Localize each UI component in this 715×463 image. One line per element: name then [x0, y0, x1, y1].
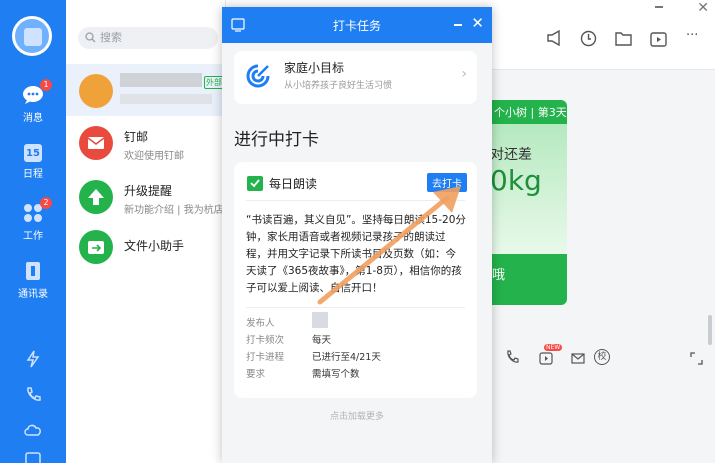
task-card: 每日朗读 去打卡 “书读百遍，其义自见”。坚持每日朗读15-20分钟，家长用语音… — [234, 162, 477, 398]
list-item[interactable]: 钉邮 欢迎使用钉邮 — [66, 116, 226, 168]
task-description: “书读百遍，其义自见”。坚持每日朗读15-20分钟，家长用语音或者视频记录孩子的… — [246, 214, 466, 294]
lightning-icon[interactable] — [0, 350, 66, 368]
search-placeholder: 搜索 — [100, 31, 122, 44]
sidebar-item-calendar[interactable]: 15 日程 — [0, 144, 66, 180]
section-title: 进行中打卡 — [234, 130, 319, 150]
modal-header: 打卡任务 ✕ — [222, 7, 492, 43]
unread-badge: 1 — [40, 79, 52, 91]
more-options-icon[interactable]: ··· — [686, 28, 698, 43]
checkin-card-preview[interactable]: 个小树 | 第3天 对还差 0kg 哦 — [490, 100, 567, 305]
file-helper-icon — [79, 230, 113, 264]
card-text: 对还差 — [490, 147, 532, 163]
work-badge: 2 — [40, 197, 52, 209]
meta-value: 需填写个数 — [312, 369, 360, 380]
live-icon[interactable] — [539, 352, 553, 365]
meta-value: 已进行至4/21天 — [312, 352, 381, 363]
call-icon[interactable] — [505, 350, 519, 364]
school-icon[interactable]: 校 — [594, 349, 610, 365]
chat-name: 文件小助手 — [124, 239, 185, 253]
chevron-right-icon: › — [461, 66, 467, 82]
upgrade-icon — [79, 180, 113, 214]
cloud-icon[interactable] — [0, 422, 66, 438]
list-item[interactable]: 升级提醒 新功能介绍 | 我为杭店 — [66, 170, 226, 222]
blurred-name — [120, 73, 202, 87]
chat-name: 升级提醒 — [124, 184, 173, 198]
blurred-preview — [120, 94, 212, 104]
megaphone-icon[interactable] — [546, 30, 564, 46]
sidebar-item-label: 工作 — [23, 231, 43, 242]
chat-bubble-icon: 1 — [22, 79, 52, 106]
checkin-button[interactable]: 去打卡 — [427, 173, 467, 192]
folder-icon[interactable] — [615, 31, 632, 46]
list-item[interactable]: 外部 — [66, 64, 226, 116]
contacts-icon — [22, 260, 44, 282]
divider — [246, 200, 465, 201]
sidebar-item-work[interactable]: 2 工作 — [0, 197, 66, 242]
card-header: 个小树 | 第3天 — [490, 100, 567, 124]
nav-rail: 1 消息 15 日程 2 工作 通讯录 — [0, 0, 66, 463]
meta-label: 要求 — [246, 369, 266, 380]
chat-preview: 欢迎使用钉邮 — [124, 151, 184, 162]
load-more-link[interactable]: 点击加载更多 — [222, 409, 492, 422]
publisher-avatar — [312, 312, 328, 328]
sidebar-item-contacts[interactable]: 通讯录 — [0, 260, 66, 300]
meta-value: 每天 — [312, 335, 332, 346]
sidebar-item-label: 日程 — [23, 169, 43, 180]
sidebar-item-messages[interactable]: 1 消息 — [0, 79, 66, 124]
user-avatar[interactable] — [12, 16, 52, 56]
expand-icon[interactable] — [690, 352, 703, 365]
clock-icon[interactable] — [580, 30, 597, 47]
target-icon — [246, 64, 270, 88]
meta-label: 打卡进程 — [246, 352, 285, 363]
scrollbar[interactable] — [708, 315, 712, 345]
new-badge: NEW — [544, 344, 563, 351]
sidebar-item-label: 通讯录 — [18, 289, 48, 300]
chat-topbar: ✕ ··· — [490, 0, 715, 70]
family-goal-card[interactable]: 家庭小目标 从小培养孩子良好生活习惯 › — [234, 51, 477, 104]
minimize-icon[interactable] — [655, 6, 663, 8]
close-icon[interactable]: ✕ — [697, 0, 709, 16]
goal-subtitle: 从小培养孩子良好生活习惯 — [284, 81, 393, 91]
modal-title: 打卡任务 — [332, 19, 381, 33]
calendar-icon: 15 — [24, 144, 42, 162]
search-input[interactable]: 搜索 — [78, 27, 218, 49]
goal-title: 家庭小目标 — [284, 61, 345, 75]
chat-name: 钉邮 — [124, 130, 149, 144]
meta-label: 打卡频次 — [246, 335, 285, 346]
card-number: 0kg — [490, 164, 542, 197]
external-tag: 外部 — [204, 76, 224, 89]
card-body: 对还差 0kg — [490, 124, 567, 254]
chat-preview: 新功能介绍 | 我为杭店 — [124, 205, 224, 216]
close-icon[interactable]: ✕ — [471, 14, 484, 32]
email-icon[interactable] — [571, 353, 585, 364]
minimize-icon[interactable] — [454, 24, 462, 26]
phone-icon[interactable] — [0, 386, 66, 404]
chat-list: 搜索 外部 钉邮 欢迎使用钉邮 升级提醒 新功能介绍 | 我为杭店 文件小助手 — [66, 0, 226, 463]
checkin-icon — [247, 176, 263, 191]
meta-label: 发布人 — [246, 318, 275, 329]
video-icon[interactable] — [650, 31, 667, 47]
divider — [246, 307, 465, 308]
task-title: 每日朗读 — [269, 177, 318, 191]
list-item[interactable]: 文件小助手 — [66, 220, 226, 272]
sidebar-item-label: 消息 — [23, 113, 43, 124]
apps-grid-icon: 2 — [22, 197, 52, 224]
checkin-task-modal: 打卡任务 ✕ 家庭小目标 从小培养孩子良好生活习惯 › 进行中打卡 每日朗读 去… — [222, 7, 492, 463]
card-footer-text: 哦 — [492, 268, 506, 283]
avatar — [79, 74, 113, 108]
mail-icon — [79, 126, 113, 160]
card-footer: 哦 — [490, 254, 567, 305]
search-icon — [85, 32, 96, 43]
more-icon[interactable] — [0, 452, 66, 463]
